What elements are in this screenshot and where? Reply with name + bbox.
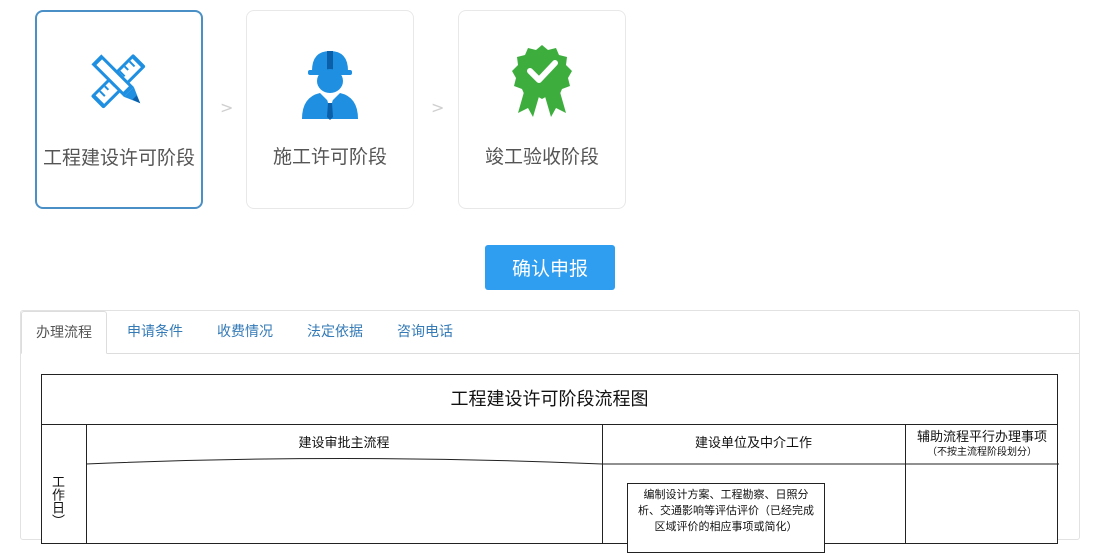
tab-fees[interactable]: 收费情况 xyxy=(203,311,287,353)
stage-label: 工程建设许可阶段 xyxy=(42,147,195,169)
stage-separator: > xyxy=(220,98,234,117)
ruler-pencil-icon xyxy=(91,54,146,109)
tab-legal-basis[interactable]: 法定依据 xyxy=(293,311,377,353)
award-badge-icon xyxy=(512,45,572,117)
tab-consult-phone[interactable]: 咨询电话 xyxy=(383,311,467,353)
tab-conditions[interactable]: 申请条件 xyxy=(113,311,197,353)
construction-worker-icon xyxy=(302,51,358,120)
header-underline xyxy=(86,458,1059,465)
stage-label: 施工许可阶段 xyxy=(272,146,387,168)
flowchart: 工程建设许可阶段流程图 建设审批主流程 建设单位及中介工作 辅助流程平行办理事项… xyxy=(41,374,1059,553)
column-unit-work: 建设单位及中介工作 xyxy=(694,436,812,451)
tab-bar: 办理流程 申请条件 收费情况 法定依据 咨询电话 xyxy=(21,311,1079,354)
stage-card-design-permit[interactable]: 工程建设许可阶段 xyxy=(35,10,203,209)
flowchart-title: 工程建设许可阶段流程图 xyxy=(42,375,1057,425)
tab-process[interactable]: 办理流程 xyxy=(21,311,107,354)
info-panel: 办理流程 申请条件 收费情况 法定依据 咨询电话 工程建设许可阶段流程图 建设审… xyxy=(20,310,1080,553)
confirm-submit-button[interactable]: 确认申报 xyxy=(485,245,615,290)
stage-card-construction-permit[interactable]: 施工许可阶段 xyxy=(246,10,414,209)
stage-card-completion-acceptance[interactable]: 竣工验收阶段 xyxy=(458,10,626,209)
flowchart-step-box: 编制设计方案、工程勘察、日照分析、交通影响等评估评价（已经完成区域评价的相应事项… xyxy=(627,483,825,553)
stage-label: 竣工验收阶段 xyxy=(484,146,599,168)
column-main-flow: 建设审批主流程 xyxy=(298,436,390,451)
stage-separator: > xyxy=(431,98,445,117)
flowchart-side-label: 工作日） xyxy=(49,475,64,527)
